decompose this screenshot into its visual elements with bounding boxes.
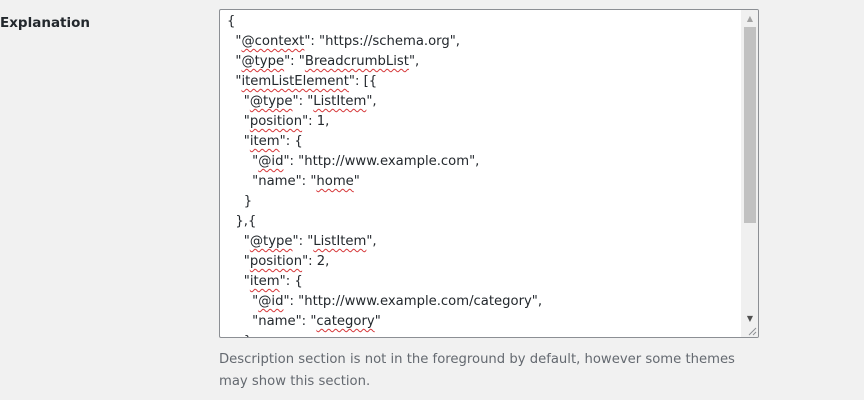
misspelled-word: @context: [241, 34, 305, 49]
code-line: "position": 1,: [227, 112, 742, 132]
explanation-textarea[interactable]: { "@context": "https://schema.org", "@ty…: [219, 9, 759, 338]
code-line: "position": 2,: [227, 252, 742, 272]
code-text: ": [227, 34, 242, 49]
code-text: ": [227, 74, 242, 89]
code-text: ": [227, 94, 250, 109]
code-line: }: [227, 332, 742, 337]
resize-handle-icon[interactable]: [747, 326, 757, 336]
code-text: }: [227, 334, 252, 337]
code-text: ",: [366, 94, 377, 109]
code-text: ": {: [279, 134, 303, 149]
code-text: ": [227, 274, 250, 289]
code-text: ": [374, 314, 381, 329]
code-line: }: [227, 192, 742, 212]
code-text: ": 2,: [302, 254, 330, 269]
code-text: ": [227, 134, 250, 149]
code-text: ": ": [292, 94, 314, 109]
misspelled-word: item: [249, 134, 280, 149]
code-text: }: [227, 194, 253, 209]
misspelled-word: @type: [241, 54, 285, 69]
misspelled-word: position: [249, 254, 303, 269]
code-line: "@type": "ListItem",: [227, 232, 742, 252]
code-text: },{: [227, 214, 257, 229]
scrollbar-thumb[interactable]: [744, 27, 756, 223]
textarea-content[interactable]: { "@context": "https://schema.org", "@ty…: [227, 12, 742, 337]
code-text: ": {: [279, 274, 303, 289]
misspelled-word: @id: [258, 154, 284, 169]
code-text: ": [227, 54, 242, 69]
code-line: "item": {: [227, 132, 742, 152]
code-text: ": [227, 234, 250, 249]
scroll-up-arrow-icon[interactable]: ▲: [742, 10, 758, 27]
code-text: ": [227, 154, 259, 169]
code-line: "name": "category": [227, 312, 742, 332]
code-text: ",: [366, 234, 377, 249]
code-text: "name": ": [227, 174, 317, 189]
scroll-down-arrow-icon[interactable]: ▼: [742, 310, 758, 327]
code-text: ": [353, 174, 360, 189]
misspelled-word: @type: [249, 234, 293, 249]
misspelled-word: itemListElement: [241, 74, 349, 89]
code-text: ": "http://www.example.com/category",: [283, 294, 543, 309]
code-text: ": [227, 114, 250, 129]
code-line: "itemListElement": [{: [227, 72, 742, 92]
code-text: ": 1,: [302, 114, 330, 129]
code-line: "@id": "http://www.example.com/category"…: [227, 292, 742, 312]
code-text: ": "https://schema.org",: [304, 34, 460, 49]
code-line: "@id": "http://www.example.com",: [227, 152, 742, 172]
code-line: },{: [227, 212, 742, 232]
code-text: ",: [408, 54, 420, 69]
code-line: "item": {: [227, 272, 742, 292]
code-line: "@type": "ListItem",: [227, 92, 742, 112]
code-text: ": "http://www.example.com",: [283, 154, 480, 169]
misspelled-word: @type: [249, 94, 293, 109]
field-label: Explanation: [0, 15, 91, 31]
code-text: ": [227, 294, 259, 309]
code-text: {: [227, 14, 236, 29]
misspelled-word: @id: [258, 294, 284, 309]
code-text: ": [227, 254, 250, 269]
field-description: Description section is not in the foregr…: [219, 352, 735, 389]
code-line: "@type": "BreadcrumbList",: [227, 52, 742, 72]
code-text: "name": ": [227, 314, 317, 329]
misspelled-word: home: [316, 174, 354, 189]
misspelled-word: ListItem: [313, 234, 367, 249]
misspelled-word: item: [249, 274, 280, 289]
code-line: {: [227, 12, 742, 32]
code-line: "@context": "https://schema.org",: [227, 32, 742, 52]
misspelled-word: BreadcrumbList: [304, 54, 409, 69]
misspelled-word: ListItem: [313, 94, 367, 109]
misspelled-word: category: [316, 314, 375, 329]
code-text: ": ": [284, 54, 305, 69]
vertical-scrollbar[interactable]: ▲ ▼: [741, 10, 758, 337]
code-text: ": ": [292, 234, 314, 249]
misspelled-word: position: [249, 114, 303, 129]
code-text: ": [{: [348, 74, 378, 89]
code-line: "name": "home": [227, 172, 742, 192]
